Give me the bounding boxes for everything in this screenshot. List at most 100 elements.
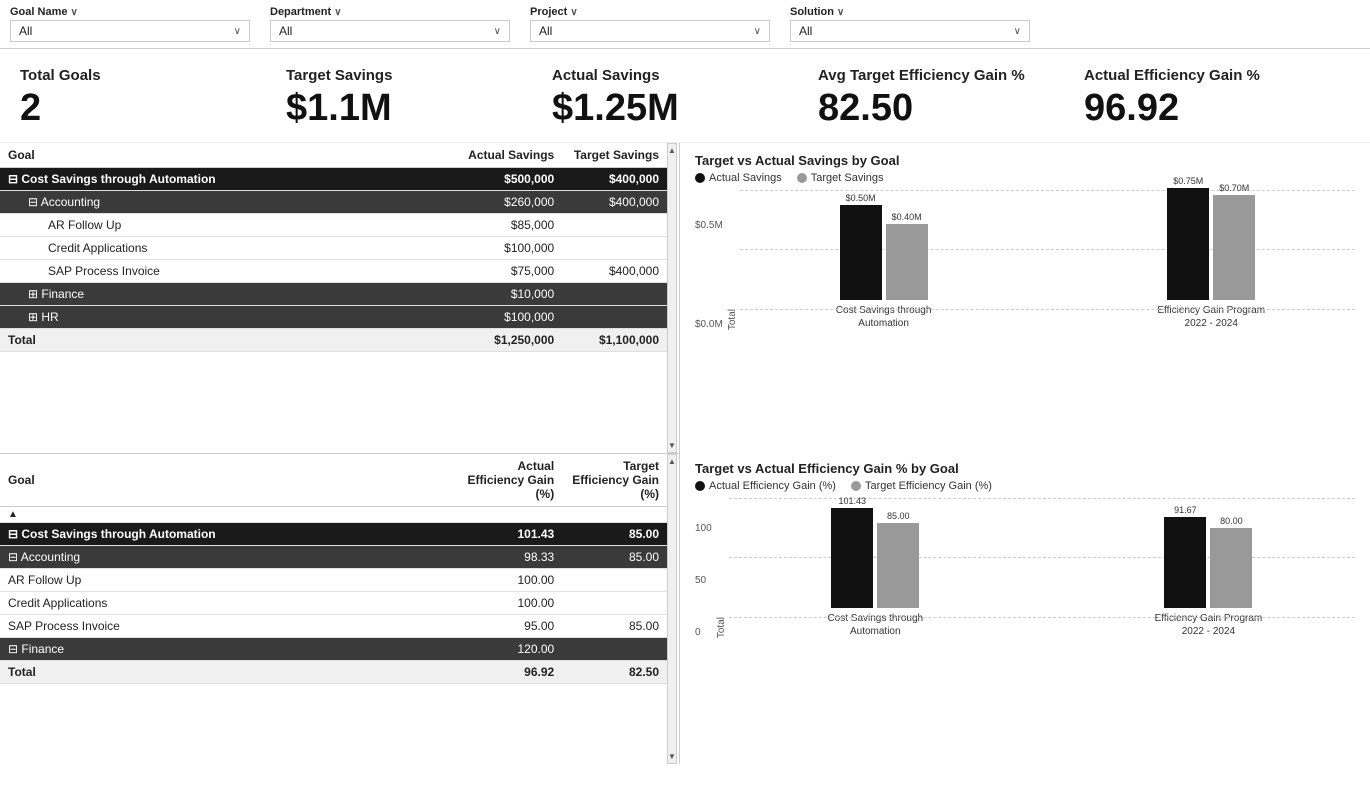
eff-actual-cell: 100.00	[457, 568, 562, 591]
target-cell: $400,000	[562, 190, 667, 213]
filter-group-project: Project ∨ All ∨	[530, 6, 790, 42]
bar-actual-0	[840, 205, 882, 300]
chart2-bar-target-label-1: 80.00	[1220, 516, 1243, 526]
goal-cell: Credit Applications	[0, 236, 457, 259]
kpi-card-target-savings: Target Savings $1.1M	[286, 67, 552, 130]
bar-actual-wrap-1: $0.75M	[1167, 176, 1209, 300]
bar-pair-0: $0.50M $0.40M	[840, 193, 928, 300]
table-row: ⊞ Finance $10,000	[0, 282, 667, 305]
chart2-legend: Actual Efficiency Gain (%) Target Effici…	[695, 480, 1355, 492]
eff-target-cell: 82.50	[562, 660, 667, 683]
chart2-bars: 101.43 85.00 Cost Savings throughAutomat…	[729, 498, 1355, 638]
actual-cell: $75,000	[457, 259, 562, 282]
scroll-up-arrow-2[interactable]: ▲	[668, 457, 676, 466]
table-row: SAP Process Invoice $75,000 $400,000	[0, 259, 667, 282]
bar-actual-label-0: $0.50M	[846, 193, 876, 203]
filter-select-solution[interactable]: All ∨	[790, 20, 1030, 42]
filter-select-goal-name[interactable]: All ∨	[10, 20, 250, 42]
chart2-bar-target-0	[877, 523, 919, 608]
chart2-legend-actual-label: Actual Efficiency Gain (%)	[709, 480, 836, 492]
eff-target-cell: 85.00	[562, 614, 667, 637]
goal-cell: ⊞ Finance	[0, 282, 457, 305]
col-eff-actual-header: Actual Efficiency Gain (%)	[457, 454, 562, 507]
chart2-bar-pair-1: 91.67 80.00	[1164, 505, 1252, 608]
savings-table-wrapper: Goal Actual Savings Target Savings ⊟ Cos…	[0, 143, 667, 352]
filter-select-project[interactable]: All ∨	[530, 20, 770, 42]
filter-select-chevron-solution: ∨	[1014, 26, 1021, 37]
table-row: AR Follow Up $85,000	[0, 213, 667, 236]
bar-actual-label-1: $0.75M	[1173, 176, 1203, 186]
actual-cell: $100,000	[457, 305, 562, 328]
filter-label-goal-name: Goal Name ∨	[10, 6, 250, 18]
eff-actual-cell: 96.92	[457, 660, 562, 683]
goal2-cell: AR Follow Up	[0, 568, 457, 591]
eff-target-cell	[562, 568, 667, 591]
table-row: ⊟ Accounting $260,000 $400,000	[0, 190, 667, 213]
filter-value-goal-name: All	[19, 24, 32, 38]
chart2-legend-target-label: Target Efficiency Gain (%)	[865, 480, 992, 492]
chart2-target-dot	[851, 481, 861, 491]
col-eff-target-header: Target Efficiency Gain (%)	[562, 454, 667, 507]
chart2-bar-actual-1	[1164, 517, 1206, 608]
chart2-y-title: Total	[716, 617, 727, 638]
bar-x-label-1: Efficiency Gain Program2022 - 2024	[1157, 304, 1265, 330]
chart2-bars-area: 101.43 85.00 Cost Savings throughAutomat…	[729, 498, 1355, 638]
actual-cell: $260,000	[457, 190, 562, 213]
goal-cell: Total	[0, 328, 457, 351]
table-row: ⊞ HR $100,000	[0, 305, 667, 328]
bar-target-wrap-1: $0.70M	[1213, 183, 1255, 300]
eff-target-cell	[562, 637, 667, 660]
kpi-card-avg-target-efficiency: Avg Target Efficiency Gain % 82.50	[818, 67, 1084, 130]
table-row: ⊟ Cost Savings through Automation $500,0…	[0, 167, 667, 190]
efficiency-table: Goal Actual Efficiency Gain (%) Target E…	[0, 454, 667, 684]
savings-table: Goal Actual Savings Target Savings ⊟ Cos…	[0, 143, 667, 352]
goal2-cell: ⊟ Finance	[0, 637, 457, 660]
chart1-title: Target vs Actual Savings by Goal	[695, 153, 1355, 168]
target-cell: $400,000	[562, 259, 667, 282]
col-target-header: Target Savings	[562, 143, 667, 168]
goal2-cell: SAP Process Invoice	[0, 614, 457, 637]
target-cell: $1,100,000	[562, 328, 667, 351]
kpi-value-actual-savings: $1.25M	[552, 88, 679, 130]
kpi-title-total-goals: Total Goals	[20, 67, 101, 84]
bar-target-label-0: $0.40M	[892, 212, 922, 222]
goal-cell: ⊞ HR	[0, 305, 457, 328]
chart1-legend-target-label: Target Savings	[811, 172, 884, 184]
kpi-value-avg-target-efficiency: 82.50	[818, 88, 913, 130]
table-row: SAP Process Invoice 95.00 85.00	[0, 614, 667, 637]
bar-actual-wrap-0: $0.50M	[840, 193, 882, 300]
scroll-down-arrow-2[interactable]: ▼	[668, 752, 676, 761]
filter-select-chevron-goal-name: ∨	[234, 26, 241, 37]
scroll-indicator-1[interactable]: ▲ ▼	[667, 143, 677, 453]
main-content: Goal Actual Savings Target Savings ⊟ Cos…	[0, 143, 1370, 764]
kpi-value-target-savings: $1.1M	[286, 88, 392, 130]
actual-cell: $85,000	[457, 213, 562, 236]
goal-cell: ⊟ Cost Savings through Automation	[0, 167, 457, 190]
chart2-y-axis: 100 50 0	[695, 518, 712, 638]
savings-table-section: Goal Actual Savings Target Savings ⊟ Cos…	[0, 143, 679, 453]
filter-chevron-project: ∨	[570, 7, 577, 18]
actual-cell: $1,250,000	[457, 328, 562, 351]
goal-cell: SAP Process Invoice	[0, 259, 457, 282]
filter-select-department[interactable]: All ∨	[270, 20, 510, 42]
table-row: Credit Applications $100,000	[0, 236, 667, 259]
eff-target-cell: 85.00	[562, 545, 667, 568]
table-row: AR Follow Up 100.00	[0, 568, 667, 591]
goal2-cell: Total	[0, 660, 457, 683]
chart2-y-100: 100	[695, 523, 712, 534]
scroll-up-arrow-1[interactable]: ▲	[668, 146, 676, 155]
kpi-row: Total Goals 2 Target Savings $1.1M Actua…	[0, 49, 1370, 143]
filter-select-chevron-project: ∨	[754, 26, 761, 37]
actual-legend-dot	[695, 173, 705, 183]
chart2-title: Target vs Actual Efficiency Gain % by Go…	[695, 461, 1355, 476]
chart2-bar-group-1: 91.67 80.00 Efficiency Gain Program2022 …	[1062, 505, 1355, 638]
filter-label-solution: Solution ∨	[790, 6, 1030, 18]
chart2-bar-actual-0	[831, 508, 873, 608]
actual-cell: $100,000	[457, 236, 562, 259]
bar-target-wrap-0: $0.40M	[886, 212, 928, 300]
table-row: Total $1,250,000 $1,100,000	[0, 328, 667, 351]
scroll-down-arrow-1[interactable]: ▼	[668, 441, 676, 450]
chart1-y-label-00: $0.0M	[695, 319, 723, 330]
chart2-legend-target: Target Efficiency Gain (%)	[851, 480, 992, 492]
scroll-indicator-2[interactable]: ▲ ▼	[667, 454, 677, 764]
